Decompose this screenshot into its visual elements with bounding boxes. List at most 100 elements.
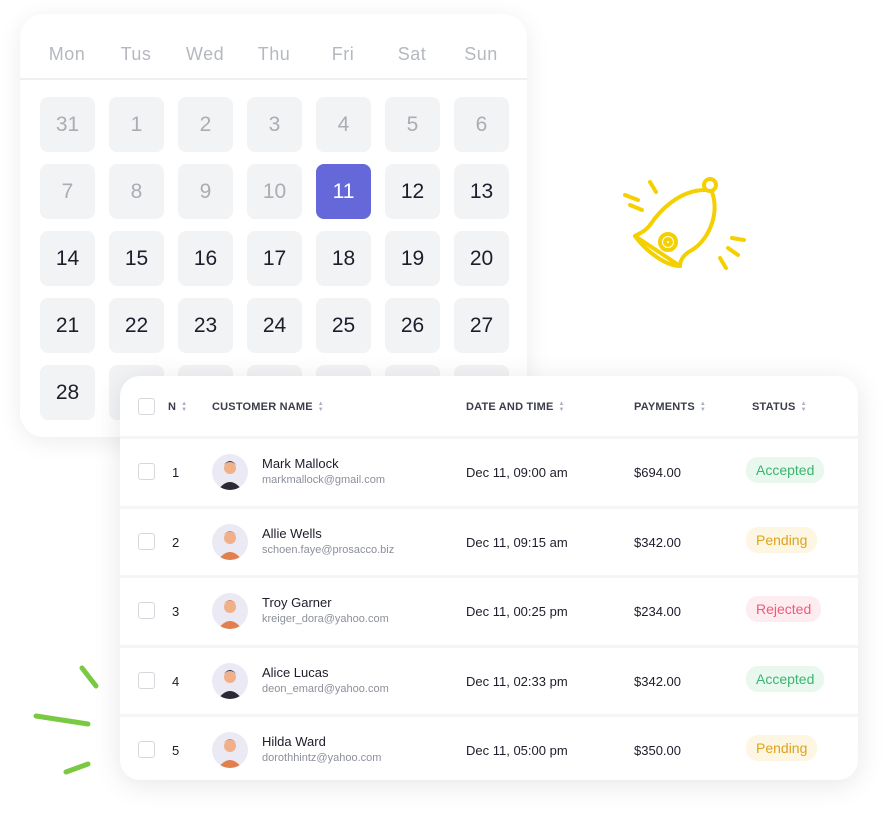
accent-strokes [33,665,99,775]
calendar-card: Mon Tus Wed Thu Fri Sat Sun 31 1 2 3 4 5 6 7 8 9 10 11 12 1… [20,14,527,437]
status-badge: Rejected [746,596,822,622]
row-checkbox[interactable] [138,602,155,619]
calendar-day[interactable]: 9 [178,164,233,219]
calendar-day[interactable]: 3 [247,97,302,152]
date-time: Dec 11, 05:00 pm [466,743,568,758]
date-time: Dec 11, 09:00 am [466,465,568,480]
weekday-label: Thu [257,44,291,64]
sort-icon: ▲ ▼ [699,401,707,413]
calendar-day[interactable]: 11 [316,164,371,219]
header-label: STATUS [752,401,796,413]
column-header-payments[interactable]: PAYMENTS ▲ ▼ [634,401,706,413]
customer-name: Alice Lucas [262,664,329,680]
calendar-day[interactable]: 7 [40,164,95,219]
calendar-day[interactable]: 15 [109,231,164,286]
weekday-label: Mon [48,44,86,64]
table-row[interactable]: 5 Hilda Ward dorothhintz@yahoo.com Dec 1… [120,714,858,780]
avatar [212,523,248,560]
sort-icon: ▲ ▼ [181,401,188,413]
header-label: N [168,401,177,413]
avatar [212,593,248,629]
avatar [212,662,248,699]
column-header-n[interactable]: N ▲ ▼ [168,401,187,413]
weekday-label: Fri [331,44,355,64]
calendar-day[interactable]: 23 [178,298,233,353]
calendar-day[interactable]: 24 [247,298,302,353]
sort-icon: ▲ ▼ [800,401,807,413]
customer-name: Hilda Ward [262,734,326,749]
row-checkbox[interactable] [138,532,155,550]
sort-icon: ▲ ▼ [558,401,565,413]
customer-email: deon_emard@yahoo.com [262,682,389,695]
row-number: 1 [172,465,180,480]
calendar-day[interactable]: 8 [109,164,164,219]
customer-email: markmallock@gmail.com [262,474,386,486]
row-checkbox[interactable] [138,463,155,480]
header-label: PAYMENTS [634,401,695,413]
calendar-day[interactable]: 14 [40,231,95,286]
avatar [212,454,248,490]
weekday-label: Sun [464,44,498,64]
column-header-date[interactable]: DATE AND TIME ▲ ▼ [466,401,565,413]
calendar-day[interactable]: 16 [178,231,233,286]
table-row[interactable]: 4 Alice Lucas deon_emard@yahoo.com Dec 1… [120,644,858,715]
calendar-day[interactable]: 22 [109,298,164,353]
weekday-label: Sat [397,44,427,64]
table-row[interactable]: 1 Mark Mallock markmallock@gmail.com Dec… [120,436,858,506]
customer-name: Mark Mallock [262,456,339,471]
table-row[interactable]: 2 Allie Wells schoen.faye@prosacco.biz D… [120,505,858,576]
header-label: CUSTOMER NAME [212,401,313,413]
row-checkbox[interactable] [138,671,155,689]
weekday-label: Wed [185,44,225,64]
customer-name: Troy Garner [262,595,332,610]
calendar-day[interactable]: 2 [178,97,233,152]
avatar [212,732,248,768]
sort-icon: ▲ ▼ [317,401,324,413]
customer-name: Allie Wells [262,525,322,541]
status-badge: Pending [746,735,818,761]
calendar-day[interactable]: 1 [109,97,164,152]
calendar-day[interactable]: 25 [316,298,371,353]
weekday-header: Mon Tus Wed Thu Fri Sat Sun [20,14,527,80]
table-row[interactable]: 3 Troy Garner kreiger_dora@yahoo.com Dec… [120,575,858,645]
calendar-day[interactable]: 19 [385,231,440,286]
calendar-day[interactable]: 28 [40,365,95,420]
header-label: DATE AND TIME [466,401,554,413]
date-time: Dec 11, 02:33 pm [466,673,568,689]
customer-email: dorothhintz@yahoo.com [262,752,382,764]
calendar-day[interactable]: 5 [385,97,440,152]
row-number: 4 [172,673,180,689]
row-checkbox[interactable] [138,741,155,758]
payment-amount: $694.00 [634,465,681,480]
customer-email: kreiger_dora@yahoo.com [262,613,389,625]
status-badge: Accepted [746,457,825,483]
payments-table: N ▲ ▼ CUSTOMER NAME ▲ ▼ DATE AND TIME ▲ ▼ PAYM… [120,376,858,780]
calendar-day[interactable]: 10 [247,164,302,219]
date-time: Dec 11, 00:25 pm [466,604,568,619]
column-header-customer[interactable]: CUSTOMER NAME ▲ ▼ [212,401,324,413]
calendar-day[interactable]: 31 [40,97,95,152]
payment-amount: $342.00 [634,673,681,689]
calendar-day[interactable]: 27 [454,298,509,353]
select-all-checkbox[interactable] [138,398,155,415]
calendar-day[interactable]: 21 [40,298,95,353]
bell-icon [623,177,746,270]
date-time: Dec 11, 09:15 am [466,534,568,550]
calendar-day[interactable]: 12 [385,164,440,219]
calendar-day[interactable]: 26 [385,298,440,353]
calendar-day[interactable]: 13 [454,164,509,219]
payment-amount: $342.00 [634,534,681,550]
row-number: 2 [172,534,180,550]
calendar-day[interactable]: 20 [454,231,509,286]
payment-amount: $350.00 [634,743,681,758]
status-badge: Accepted [746,665,825,692]
calendar-day[interactable]: 18 [316,231,371,286]
calendar-day[interactable]: 4 [316,97,371,152]
calendar-day[interactable]: 17 [247,231,302,286]
column-header-status[interactable]: STATUS ▲ ▼ [752,401,807,413]
status-badge: Pending [746,526,818,553]
row-number: 5 [172,743,180,758]
customer-email: schoen.faye@prosacco.biz [262,543,395,556]
row-number: 3 [172,604,180,619]
calendar-day[interactable]: 6 [454,97,509,152]
